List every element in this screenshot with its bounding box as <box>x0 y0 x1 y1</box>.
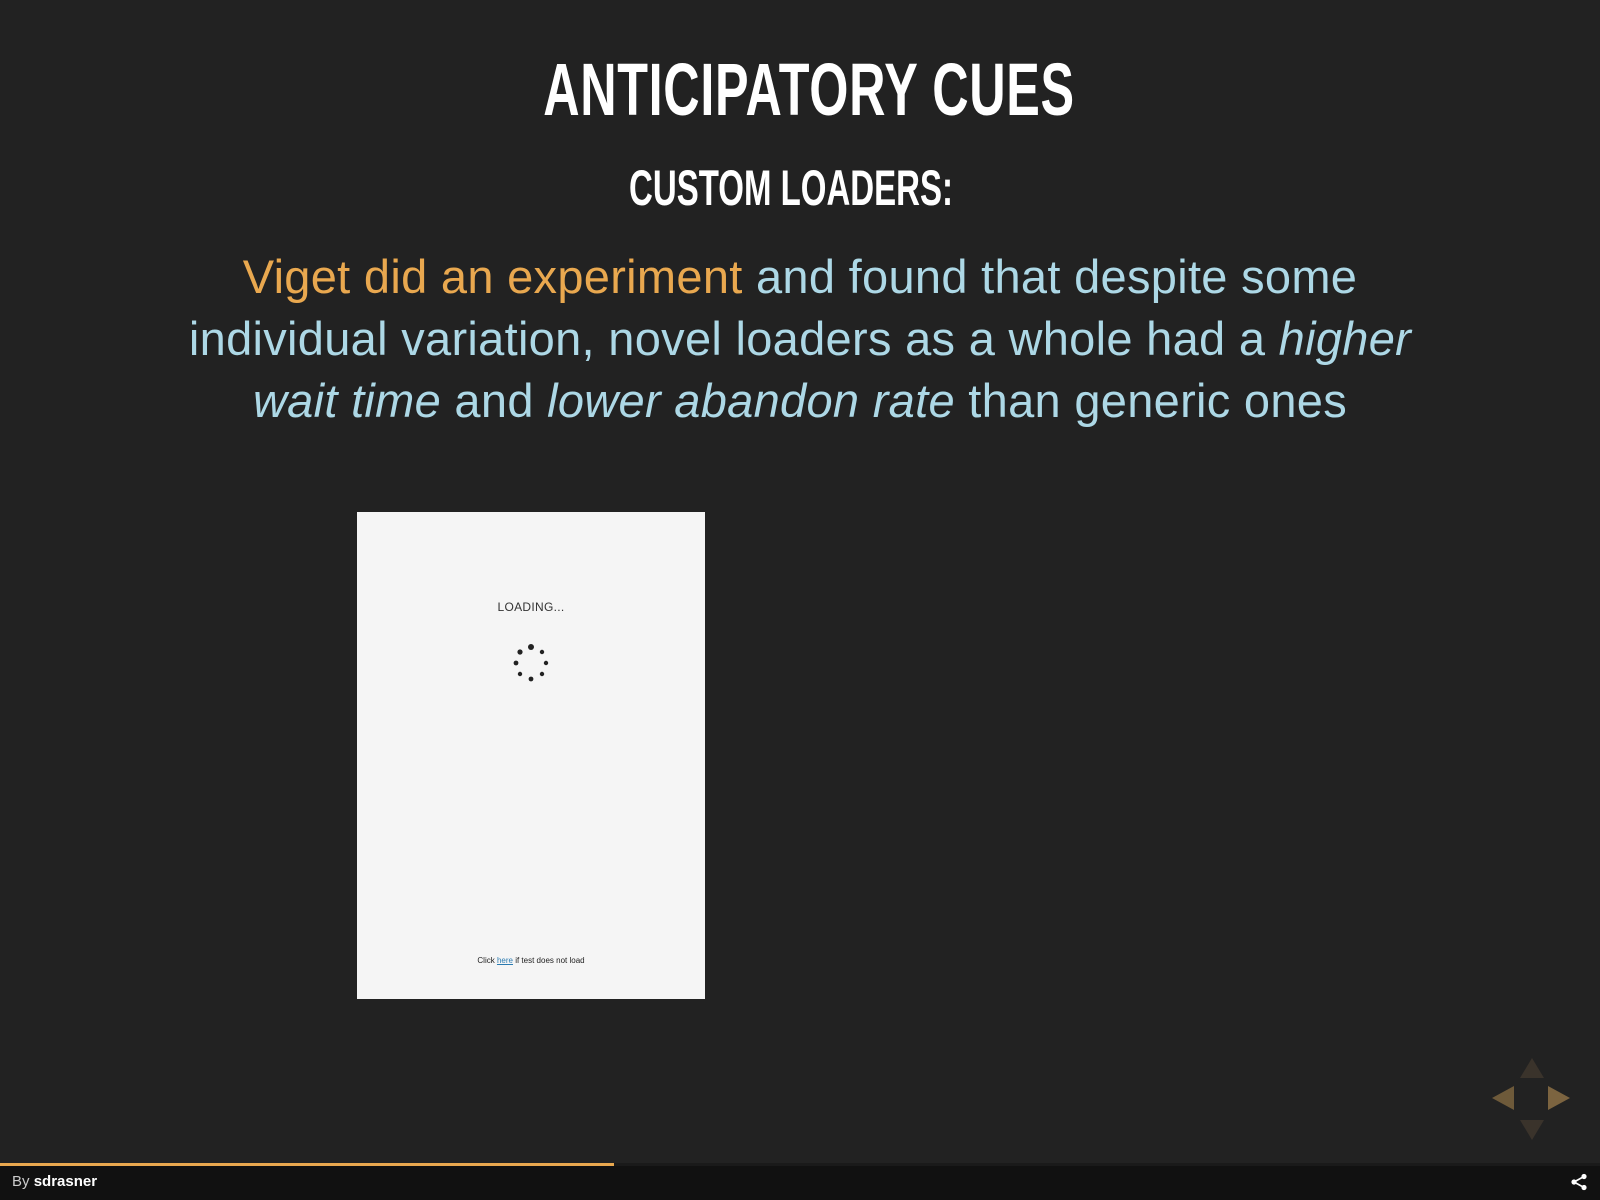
slide-subtitle: CUSTOM LOADERS: <box>629 160 953 216</box>
author-link[interactable]: sdrasner <box>34 1173 97 1190</box>
arrow-right-icon[interactable] <box>1548 1086 1570 1110</box>
by-label: By <box>12 1173 30 1190</box>
arrow-down-icon[interactable] <box>1520 1120 1544 1140</box>
loader-screenshot: LOADING... Click here if test does not l… <box>357 512 705 999</box>
progress-bar <box>0 1163 1600 1166</box>
emphasis-abandon-rate: lower abandon rate <box>547 374 955 427</box>
loader-footer-text: Click here if test does not load <box>357 956 705 965</box>
footer-bar: By sdrasner <box>0 1163 1600 1200</box>
slide-title: ANTICIPATORY CUES <box>543 48 1075 131</box>
arrow-up-icon[interactable] <box>1520 1058 1544 1078</box>
dotted-spinner-icon <box>513 644 549 682</box>
body-text-part: than generic ones <box>954 374 1348 427</box>
navigation-controls <box>1488 1056 1574 1142</box>
slide: ANTICIPATORY CUES CUSTOM LOADERS: Viget … <box>0 0 1600 1200</box>
byline: By sdrasner <box>12 1173 97 1190</box>
footer-suffix: if test does not load <box>512 956 585 965</box>
share-icon[interactable] <box>1570 1173 1588 1191</box>
arrow-left-icon[interactable] <box>1492 1086 1514 1110</box>
slide-body: Viget did an experiment and found that d… <box>160 246 1440 432</box>
progress-fill <box>0 1163 615 1166</box>
footer-prefix: Click <box>477 956 497 965</box>
body-text-part: and <box>441 374 548 427</box>
here-link: here <box>496 956 513 965</box>
highlighted-text: Viget did an experiment <box>242 250 743 303</box>
loading-label: LOADING... <box>497 600 565 614</box>
